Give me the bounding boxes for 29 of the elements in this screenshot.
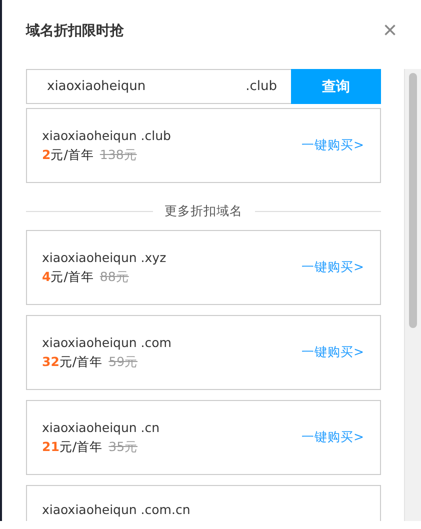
original-price: 59元 [108,354,138,370]
dialog-title: 域名折扣限时抢 [26,22,124,40]
price-unit: 元/首年 [59,438,103,456]
search-field[interactable]: xiaoxiaoheiqun .club 查询 [26,69,381,104]
scrollbar-thumb[interactable] [409,73,417,328]
price-unit: 元/首年 [59,354,103,370]
buy-link[interactable]: 一键购买> [302,137,364,154]
buy-link[interactable]: 一键购买> [302,259,364,276]
original-price: 35元 [108,438,138,456]
query-button[interactable]: 查询 [291,69,381,104]
buy-link[interactable]: 一键购买> [302,429,364,446]
price-unit: 元/首年 [50,268,94,286]
price: 32 [42,354,60,368]
domain-name: xiaoxiaoheiqun .com.cn [42,502,190,517]
buy-link[interactable]: 一键购买> [302,344,364,361]
domain-name: xiaoxiaoheiqun .xyz [42,250,166,264]
close-button[interactable]: × [382,19,397,43]
domain-suffix: .club [246,79,278,94]
domain-name: xiaoxiaoheiqun .cn [42,420,160,434]
original-price: 138元 [100,146,137,164]
domain-name: xiaoxiaoheiqun .com [42,334,172,350]
section-heading: 更多折扣域名 [164,203,242,220]
price: 2 [42,146,51,162]
search-value: xiaoxiaoheiqun [46,79,147,94]
price: 4 [42,268,51,284]
price-unit: 元/首年 [50,146,94,164]
original-price: 88元 [100,268,129,286]
domain-name: xiaoxiaoheiqun .club [42,128,171,142]
price: 21 [42,438,60,454]
